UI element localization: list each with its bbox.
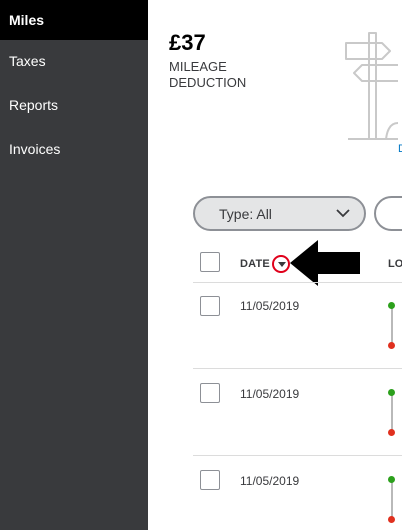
chevron-down-icon [336, 209, 350, 218]
route-line [391, 308, 393, 346]
sidebar-item-taxes[interactable]: Taxes [0, 41, 148, 81]
sidebar-item-label: Taxes [9, 53, 46, 69]
sidebar-item-miles[interactable]: Miles [0, 0, 148, 40]
start-point-icon [388, 302, 395, 309]
deduction-amount: £37 [169, 30, 206, 55]
row-checkbox[interactable] [200, 383, 220, 403]
main-content: £37 MILEAGE DEDUCTION D Type: All DATE L… [148, 0, 402, 530]
deduction-label: MILEAGE DEDUCTION [169, 59, 247, 90]
row-date: 11/05/2019 [240, 387, 300, 401]
column-header-location[interactable]: LO [388, 258, 402, 270]
end-point-icon [388, 516, 395, 523]
sidebar-item-label: Miles [9, 12, 45, 28]
select-all-checkbox[interactable] [200, 252, 220, 272]
row-divider [193, 368, 402, 369]
end-point-icon [388, 342, 395, 349]
row-date: 11/05/2019 [240, 474, 300, 488]
sidebar-item-label: Invoices [9, 141, 61, 157]
sidebar: Miles Taxes Reports Invoices [0, 0, 148, 530]
start-point-icon [388, 389, 395, 396]
row-checkbox[interactable] [200, 296, 220, 316]
signpost-illustration [345, 32, 398, 140]
column-header-date[interactable]: DATE [240, 258, 270, 270]
sidebar-item-reports[interactable]: Reports [0, 85, 148, 125]
route-line [391, 482, 393, 520]
row-date: 11/05/2019 [240, 299, 300, 313]
type-filter-label: Type: All [219, 205, 272, 222]
route-line [391, 395, 393, 433]
start-point-icon [388, 476, 395, 483]
sort-down-icon[interactable] [272, 255, 290, 273]
type-filter-button[interactable]: Type: All [193, 196, 366, 231]
illustration-link[interactable]: D [398, 143, 402, 155]
end-point-icon [388, 429, 395, 436]
secondary-filter-button[interactable] [374, 196, 402, 231]
row-divider [193, 455, 402, 456]
row-checkbox[interactable] [200, 470, 220, 490]
arrow-left-icon [290, 240, 360, 286]
sidebar-item-invoices[interactable]: Invoices [0, 129, 148, 169]
header-divider [193, 282, 402, 283]
sidebar-item-label: Reports [9, 97, 59, 113]
